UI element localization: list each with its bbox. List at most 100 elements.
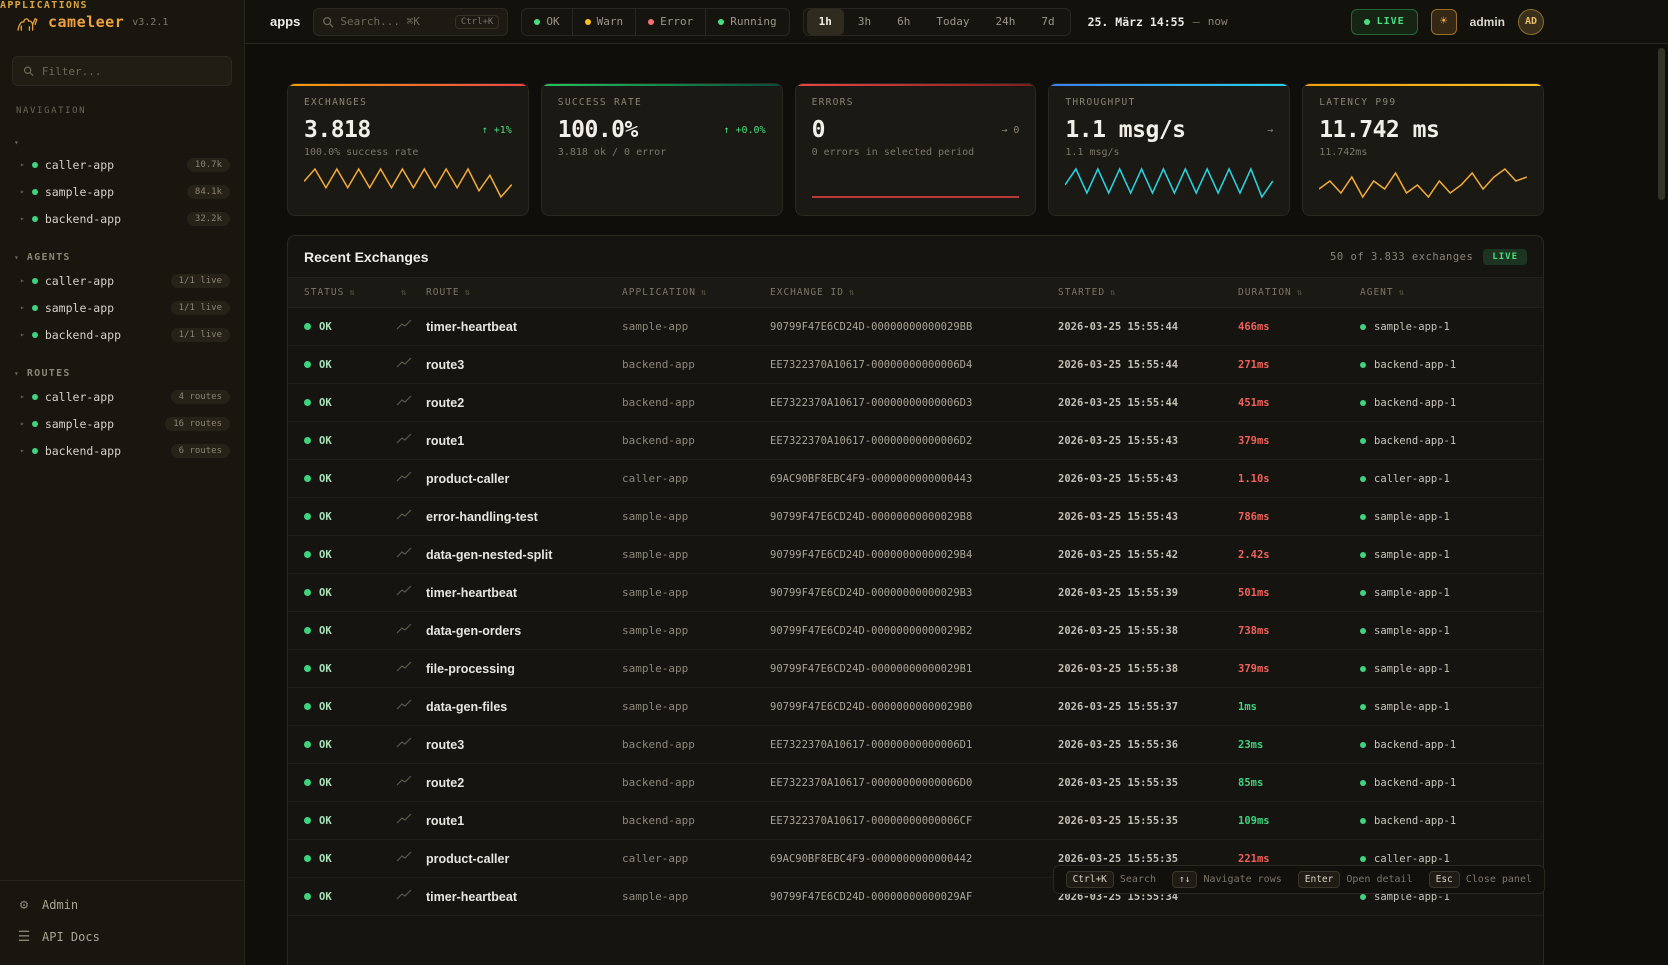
status-dot-icon — [32, 332, 38, 338]
table-row[interactable]: OK error-handling-test sample-app 90799F… — [288, 498, 1543, 536]
status-dot-icon — [304, 361, 311, 368]
sidebar-item-admin[interactable]: ⚙ Admin — [0, 889, 244, 921]
exchange-id: 90799F47E6CD24D-00000000000029B4 — [770, 549, 1058, 561]
column-header-application[interactable]: APPLICATION⇅ — [622, 287, 770, 298]
table-row[interactable]: OK route2 backend-app EE7322370A10617-00… — [288, 764, 1543, 802]
navigation-label: NAVIGATION — [16, 106, 228, 116]
sidebar-filter-input[interactable] — [42, 65, 221, 78]
sidebar-item-api-docs[interactable]: ☰ API Docs — [0, 921, 244, 953]
status-dot-icon — [32, 305, 38, 311]
filter-chip-warn[interactable]: Warn — [573, 9, 637, 35]
range-start-label: 25. März 14:55 — [1088, 15, 1185, 29]
column-header-started[interactable]: STARTED⇅ — [1058, 287, 1238, 298]
application-name: sample-app — [622, 548, 770, 561]
app-version: v3.2.1 — [132, 17, 168, 28]
sidebar-filter[interactable] — [12, 56, 232, 86]
sidebar-item-sample-app[interactable]: ▸ sample-app 84.1k — [0, 178, 244, 205]
application-name: caller-app — [622, 472, 770, 485]
exchange-id: 90799F47E6CD24D-00000000000029BB — [770, 321, 1058, 333]
application-name: backend-app — [622, 434, 770, 447]
time-range-today[interactable]: Today — [924, 9, 981, 35]
sidebar-item-caller-app[interactable]: ▸ caller-app 4 routes — [0, 383, 244, 410]
sidebar-item-backend-app[interactable]: ▸ backend-app 1/1 live — [0, 321, 244, 348]
admin-label: Admin — [42, 898, 78, 912]
sidebar-item-caller-app[interactable]: ▸ caller-app 10.7k — [0, 151, 244, 178]
stat-trend: ↑ +0.0% — [723, 125, 765, 136]
sidebar-item-backend-app[interactable]: ▸ backend-app 32.2k — [0, 205, 244, 232]
time-range-3h[interactable]: 3h — [846, 9, 883, 35]
duration-value: 379ms — [1238, 435, 1360, 447]
section-header[interactable]: ▾ ROUTES — [0, 364, 244, 383]
table-row[interactable]: OK data-gen-nested-split sample-app 9079… — [288, 536, 1543, 574]
sidebar-item-sample-app[interactable]: ▸ sample-app 16 routes — [0, 410, 244, 437]
count-badge: 10.7k — [187, 158, 230, 172]
agent-name: backend-app-1 — [1374, 397, 1456, 409]
sparkline-chart — [1065, 164, 1273, 200]
application-name: backend-app — [622, 738, 770, 751]
status-dot-icon — [718, 19, 724, 25]
filter-chip-running[interactable]: Running — [706, 9, 788, 35]
column-header-trace[interactable]: ⇅ — [396, 288, 426, 298]
status-dot-icon — [304, 893, 311, 900]
chevron-right-icon: ▸ — [20, 392, 25, 401]
chevron-right-icon: ▸ — [20, 276, 25, 285]
section-header[interactable]: ▾ APPLICATIONS — [0, 134, 244, 151]
time-range-7d[interactable]: 7d — [1029, 9, 1066, 35]
theme-toggle[interactable]: ☀ — [1431, 9, 1457, 35]
sidebar-item-backend-app[interactable]: ▸ backend-app 6 routes — [0, 437, 244, 464]
chevron-right-icon: ▸ — [20, 330, 25, 339]
trace-icon — [396, 889, 412, 901]
keyboard-hints-bar: Ctrl+KSearch↑↓Navigate rowsEnterOpen det… — [1053, 865, 1545, 894]
scrollbar-thumb[interactable] — [1658, 48, 1665, 200]
avatar[interactable]: AD — [1518, 9, 1544, 35]
trace-icon — [396, 433, 412, 445]
time-range-1h[interactable]: 1h — [807, 9, 844, 35]
table-row[interactable]: OK route2 backend-app EE7322370A10617-00… — [288, 384, 1543, 422]
filter-chip-ok[interactable]: OK — [522, 9, 572, 35]
table-row[interactable]: OK file-processing sample-app 90799F47E6… — [288, 650, 1543, 688]
table-row[interactable]: OK product-caller caller-app 69AC90BF8EB… — [288, 460, 1543, 498]
exchange-id: EE7322370A10617-00000000000006D1 — [770, 739, 1058, 751]
section-header[interactable]: ▾ AGENTS — [0, 248, 244, 267]
time-range-6h[interactable]: 6h — [885, 9, 922, 35]
column-header-status[interactable]: STATUS⇅ — [288, 287, 396, 298]
stat-trend: → 0 — [1001, 125, 1019, 136]
table-row[interactable]: OK data-gen-orders sample-app 90799F47E6… — [288, 612, 1543, 650]
sidebar-item-sample-app[interactable]: ▸ sample-app 1/1 live — [0, 294, 244, 321]
agent-name: sample-app-1 — [1374, 587, 1450, 599]
column-header-agent[interactable]: AGENT⇅ — [1360, 287, 1543, 298]
agent-dot-icon — [1360, 324, 1366, 330]
chevron-right-icon: ▸ — [20, 419, 25, 428]
status-dot-icon — [534, 19, 540, 25]
stat-title: THROUGHPUT — [1065, 97, 1273, 108]
search-box[interactable]: Ctrl+K — [313, 8, 508, 36]
table-row[interactable]: OK route3 backend-app EE7322370A10617-00… — [288, 346, 1543, 384]
table-row[interactable]: OK route3 backend-app EE7322370A10617-00… — [288, 726, 1543, 764]
status-dot-icon — [304, 741, 311, 748]
column-header-exchange-id[interactable]: EXCHANGE ID⇅ — [770, 287, 1058, 298]
application-name: sample-app — [622, 662, 770, 675]
count-badge: 6 routes — [171, 444, 230, 458]
duration-value: 466ms — [1238, 321, 1360, 333]
started-timestamp: 2026-03-25 15:55:43 — [1058, 435, 1238, 447]
column-header-duration[interactable]: DURATION⇅ — [1238, 287, 1360, 298]
column-header-route[interactable]: ROUTE⇅ — [426, 287, 622, 298]
search-input[interactable] — [340, 15, 448, 28]
table-row[interactable]: OK timer-heartbeat sample-app 90799F47E6… — [288, 574, 1543, 612]
table-row[interactable]: OK data-gen-files sample-app 90799F47E6C… — [288, 688, 1543, 726]
filter-chip-error[interactable]: Error — [636, 9, 706, 35]
time-range-24h[interactable]: 24h — [983, 9, 1027, 35]
sidebar-item-caller-app[interactable]: ▸ caller-app 1/1 live — [0, 267, 244, 294]
table-row[interactable]: OK route1 backend-app EE7322370A10617-00… — [288, 422, 1543, 460]
trace-icon — [396, 585, 412, 597]
started-timestamp: 2026-03-25 15:55:36 — [1058, 739, 1238, 751]
duration-value: 23ms — [1238, 739, 1360, 751]
sidebar-footer: ⚙ Admin ☰ API Docs — [0, 880, 244, 965]
route-name: route2 — [426, 396, 622, 410]
live-toggle[interactable]: LIVE — [1351, 9, 1418, 35]
exchange-id: 69AC90BF8EBC4F9-0000000000000443 — [770, 473, 1058, 485]
table-row[interactable]: OK timer-heartbeat sample-app 90799F47E6… — [288, 308, 1543, 346]
table-row[interactable]: OK route1 backend-app EE7322370A10617-00… — [288, 802, 1543, 840]
agent-name: backend-app-1 — [1374, 739, 1456, 751]
count-badge: 4 routes — [171, 390, 230, 404]
